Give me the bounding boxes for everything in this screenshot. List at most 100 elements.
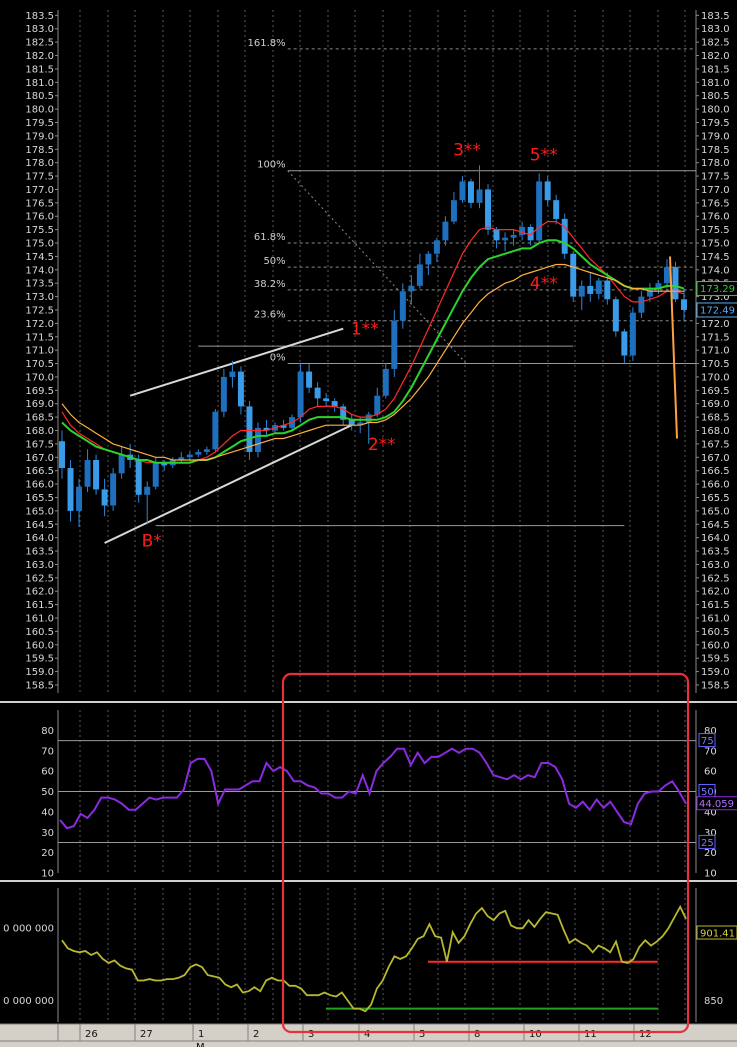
date-label: 27	[140, 1029, 153, 1040]
candle-body	[76, 486, 83, 511]
wave-label: 4**	[530, 274, 558, 294]
price-tick-label-left: 166.0	[25, 480, 54, 491]
price-tick-label-left: 180.5	[25, 91, 54, 102]
candle-body	[84, 459, 91, 487]
candle-body	[561, 218, 568, 254]
candle-body	[425, 253, 432, 265]
osc-value-label: 44.059	[699, 799, 734, 810]
price-tick-label-right: 176.0	[701, 212, 730, 223]
osc-tick-label-right: 10	[704, 869, 717, 880]
price-tick-label-right: 175.5	[701, 225, 730, 236]
price-tick-label-right: 170.5	[701, 359, 730, 370]
price-tick-label-right: 162.0	[701, 587, 730, 598]
wave-label: 1**	[351, 320, 379, 340]
price-tick-label-right: 171.0	[701, 346, 730, 357]
price-tick-label-right: 169.0	[701, 399, 730, 410]
candle-body	[587, 285, 594, 294]
candle-body	[408, 285, 415, 292]
price-tick-label-left: 180.0	[25, 105, 54, 116]
osc-tick-label-left: 40	[41, 807, 54, 818]
candle-body	[416, 264, 423, 286]
candle-body	[502, 237, 509, 241]
candle-body	[212, 411, 219, 450]
wave-label: 2**	[368, 435, 396, 455]
price-tick-label-left: 168.5	[25, 413, 54, 424]
price-tick-label-right: 182.5	[701, 38, 730, 49]
candle-body	[229, 371, 236, 377]
candle-body	[459, 181, 466, 201]
candle-body	[570, 253, 577, 297]
price-tick-label-right: 171.5	[701, 332, 730, 343]
background	[0, 0, 737, 1047]
volume-tick-label-left: 0 000 000	[3, 924, 54, 935]
candle-body	[203, 449, 210, 452]
price-tick-label-left: 181.5	[25, 64, 54, 75]
osc-tick-label-left: 80	[41, 726, 54, 737]
price-tick-label-right: 169.5	[701, 386, 730, 397]
candle-body	[101, 489, 108, 506]
price-tick-label-right: 174.5	[701, 252, 730, 263]
price-tick-label-right: 178.0	[701, 158, 730, 169]
price-tick-label-right: 179.5	[701, 118, 730, 129]
price-tick-label-right: 182.0	[701, 51, 730, 62]
date-label: 2	[253, 1029, 259, 1040]
price-tick-label-right: 183.0	[701, 24, 730, 35]
price-tick-label-left: 179.0	[25, 131, 54, 142]
price-tick-label-left: 172.0	[25, 319, 54, 330]
price-tick-label-left: 159.5	[25, 654, 54, 665]
osc-tick-label-left: 30	[41, 828, 54, 839]
price-tick-label-right: 163.0	[701, 560, 730, 571]
price-tick-label-right: 166.5	[701, 466, 730, 477]
candle-body	[638, 296, 645, 313]
date-label: 3	[308, 1029, 314, 1040]
osc-tick-label-right: 60	[704, 767, 717, 778]
candle-body	[254, 427, 261, 452]
price-tick-label-right: 168.5	[701, 413, 730, 424]
price-tick-label-left: 177.5	[25, 172, 54, 183]
price-tick-label-left: 169.5	[25, 386, 54, 397]
date-label: 5	[419, 1029, 425, 1040]
price-tick-label-left: 182.5	[25, 38, 54, 49]
candle-body	[544, 181, 551, 201]
candle-body	[297, 371, 304, 418]
candle-body	[382, 368, 389, 396]
price-tick-label-right: 170.0	[701, 372, 730, 383]
price-tick-label-left: 175.0	[25, 239, 54, 250]
candle-body	[519, 226, 526, 235]
candle-body	[152, 462, 159, 487]
candle-body	[374, 395, 381, 415]
price-tick-label-left: 161.0	[25, 614, 54, 625]
candle-body	[468, 181, 474, 203]
osc-level-label: 25	[701, 838, 714, 849]
candle-body	[681, 299, 687, 310]
price-tick-label-left: 173.5	[25, 279, 54, 290]
candle-body	[646, 288, 653, 297]
price-tick-label-left: 168.0	[25, 426, 54, 437]
candle-body	[536, 181, 543, 241]
last-price-label: 172.49	[700, 305, 735, 316]
price-tick-label-left: 174.5	[25, 252, 54, 263]
candle-body	[110, 473, 117, 506]
candle-body	[306, 371, 313, 388]
fib-level-label: 61.8%	[254, 232, 286, 243]
price-tick-label-right: 177.0	[701, 185, 730, 196]
candle-body	[220, 376, 227, 412]
price-tick-label-left: 172.5	[25, 305, 54, 316]
candle-body	[135, 459, 142, 495]
candle-body	[476, 189, 483, 203]
price-tick-label-right: 163.5	[701, 547, 730, 558]
date-axis: 2627123458101112M	[0, 1023, 737, 1047]
candle-body	[629, 312, 636, 356]
price-tick-label-left: 176.5	[25, 198, 54, 209]
osc-tick-label-left: 70	[41, 746, 54, 757]
fib-level-label: 161.8%	[248, 38, 286, 49]
date-label: 10	[529, 1029, 542, 1040]
price-tick-label-right: 164.0	[701, 533, 730, 544]
candle-body	[485, 189, 492, 230]
price-tick-label-right: 162.5	[701, 573, 730, 584]
price-tick-label-left: 162.5	[25, 573, 54, 584]
price-tick-label-left: 169.0	[25, 399, 54, 410]
price-tick-label-right: 158.5	[701, 680, 730, 691]
price-tick-label-left: 165.5	[25, 493, 54, 504]
date-label: 11	[584, 1029, 597, 1040]
